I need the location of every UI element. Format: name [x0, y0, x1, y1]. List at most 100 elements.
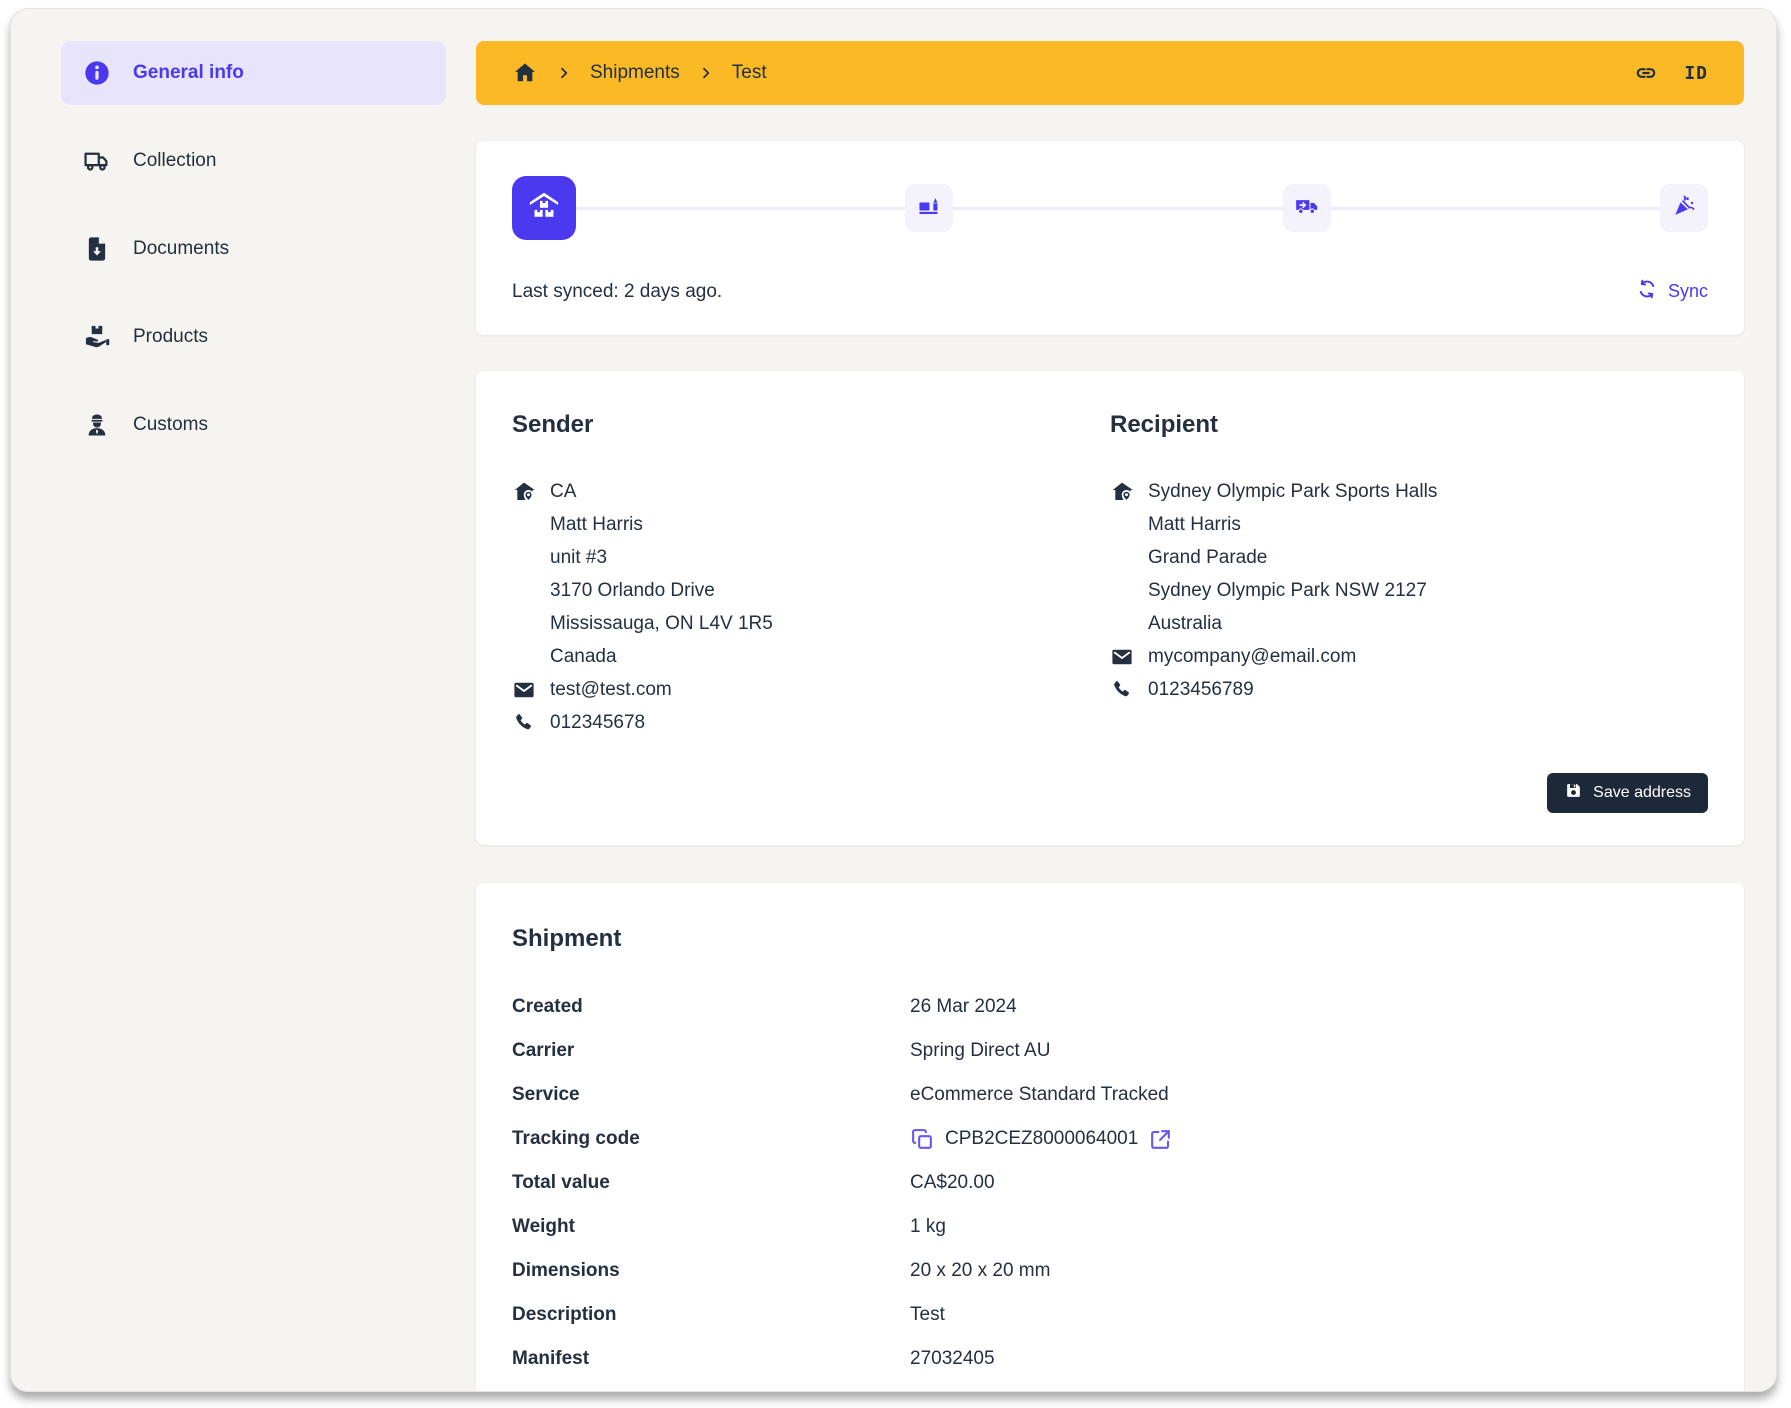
breadcrumb-item-shipments[interactable]: Shipments — [590, 62, 680, 84]
address-name: Matt Harris — [550, 508, 643, 541]
row-label: Total value — [512, 1172, 910, 1194]
sender-title: Sender — [512, 411, 1110, 439]
table-row: Description Test — [512, 1293, 1708, 1337]
step-connector — [953, 207, 1282, 210]
row-label: Carrier — [512, 1040, 910, 1062]
row-value: 27032405 — [910, 1348, 995, 1370]
main-content: Shipments Test ID — [476, 41, 1744, 1391]
floppy-disk-icon — [1564, 781, 1583, 805]
house-location-icon — [1110, 475, 1148, 504]
sender-email: test@test.com — [550, 673, 672, 706]
save-address-row: Save address — [512, 773, 1708, 827]
row-label: Dimensions — [512, 1260, 910, 1282]
address-line: Sydney Olympic Park NSW 2127 — [1110, 574, 1708, 607]
addresses-card: Sender CA Matt Harris unit #3 — [476, 371, 1744, 845]
address-line: Sydney Olympic Park Sports Halls — [1110, 475, 1708, 508]
row-label: Created — [512, 996, 910, 1018]
sidebar-item-products[interactable]: Products — [61, 305, 446, 369]
sidebar-item-label: Customs — [133, 414, 208, 436]
address-street: Grand Parade — [1148, 541, 1267, 574]
chevron-right-icon — [556, 65, 572, 81]
recipient-phone: 0123456789 — [1148, 673, 1254, 706]
sidebar: General info Collection Documents — [61, 41, 446, 1391]
copy-icon[interactable] — [910, 1127, 935, 1152]
address-email-row: test@test.com — [512, 673, 1110, 706]
delivery-truck-icon — [1294, 193, 1320, 224]
sidebar-item-documents[interactable]: Documents — [61, 217, 446, 281]
breadcrumb-actions: ID — [1634, 61, 1708, 85]
sync-row: Last synced: 2 days ago. Sync — [512, 278, 1708, 305]
row-label: Tracking code — [512, 1128, 910, 1150]
table-row: Dimensions 20 x 20 x 20 mm — [512, 1249, 1708, 1293]
address-name: Matt Harris — [1148, 508, 1241, 541]
shipment-title: Shipment — [512, 925, 1708, 953]
table-row: Created 26 Mar 2024 — [512, 985, 1708, 1029]
last-synced-text: Last synced: 2 days ago. — [512, 281, 722, 303]
package-label-icon — [916, 193, 942, 224]
breadcrumb-item-current: Test — [732, 62, 767, 84]
table-row: Weight 1 kg — [512, 1205, 1708, 1249]
address-country: Canada — [550, 640, 617, 673]
address-line: Australia — [1110, 607, 1708, 640]
row-label: Service — [512, 1084, 910, 1106]
address-phone-row: 012345678 — [512, 706, 1110, 739]
table-row: Service eCommerce Standard Tracked — [512, 1073, 1708, 1117]
external-link-icon[interactable] — [1148, 1127, 1173, 1152]
shipment-card: Shipment Created 26 Mar 2024 Carrier Spr… — [476, 883, 1744, 1392]
save-address-label: Save address — [1593, 784, 1691, 802]
sidebar-item-customs[interactable]: Customs — [61, 393, 446, 457]
sidebar-item-general-info[interactable]: General info — [61, 41, 446, 105]
sender-phone: 012345678 — [550, 706, 645, 739]
address-line: 3170 Orlando Drive — [512, 574, 1110, 607]
address-country: Australia — [1148, 607, 1222, 640]
document-download-icon — [83, 235, 111, 263]
refresh-icon — [1636, 278, 1658, 305]
address-line: Matt Harris — [512, 508, 1110, 541]
step-in-transit — [1283, 184, 1331, 232]
shipment-progress-stepper — [512, 176, 1708, 240]
copy-link-icon[interactable] — [1634, 61, 1658, 85]
home-icon[interactable] — [512, 60, 538, 86]
address-phone-row: 0123456789 — [1110, 673, 1708, 706]
customs-officer-icon — [83, 411, 111, 439]
chevron-right-icon — [698, 65, 714, 81]
address-company: Sydney Olympic Park Sports Halls — [1148, 475, 1437, 508]
row-value: CA$20.00 — [910, 1172, 995, 1194]
address-line: Mississauga, ON L4V 1R5 — [512, 607, 1110, 640]
sender-block: Sender CA Matt Harris unit #3 — [512, 411, 1110, 739]
address-line: Canada — [512, 640, 1110, 673]
sync-button[interactable]: Sync — [1636, 278, 1708, 305]
sidebar-item-collection[interactable]: Collection — [61, 129, 446, 193]
tracking-code: CPB2CEZ8000064001 — [945, 1128, 1138, 1150]
house-location-icon — [512, 475, 550, 504]
save-address-button[interactable]: Save address — [1547, 773, 1708, 813]
address-city: Mississauga, ON L4V 1R5 — [550, 607, 773, 640]
sidebar-item-label: Documents — [133, 238, 229, 260]
row-value: Test — [910, 1304, 945, 1326]
progress-card: Last synced: 2 days ago. Sync — [476, 141, 1744, 335]
app-window: General info Collection Documents — [10, 8, 1777, 1392]
breadcrumb: Shipments Test ID — [476, 41, 1744, 105]
address-line: Grand Parade — [1110, 541, 1708, 574]
recipient-block: Recipient Sydney Olympic Park Sports Hal… — [1110, 411, 1708, 739]
table-row: Manifest 27032405 — [512, 1337, 1708, 1381]
table-row: Total value CA$20.00 — [512, 1161, 1708, 1205]
address-line: CA — [512, 475, 1110, 508]
copy-id-icon[interactable]: ID — [1684, 63, 1708, 84]
warehouse-boxes-icon — [526, 188, 562, 229]
address-street: 3170 Orlando Drive — [550, 574, 715, 607]
row-value: eCommerce Standard Tracked — [910, 1084, 1169, 1106]
row-value: 1 kg — [910, 1216, 946, 1238]
address-city: Sydney Olympic Park NSW 2127 — [1148, 574, 1427, 607]
truck-icon — [83, 147, 111, 175]
row-label: Weight — [512, 1216, 910, 1238]
step-delivered — [1660, 184, 1708, 232]
row-value: 26 Mar 2024 — [910, 996, 1017, 1018]
step-connector — [1331, 207, 1660, 210]
table-row: Carrier Spring Direct AU — [512, 1029, 1708, 1073]
phone-icon — [512, 706, 550, 735]
row-label: Description — [512, 1304, 910, 1326]
row-value: Spring Direct AU — [910, 1040, 1050, 1062]
step-packed — [905, 184, 953, 232]
row-value: 20 x 20 x 20 mm — [910, 1260, 1050, 1282]
